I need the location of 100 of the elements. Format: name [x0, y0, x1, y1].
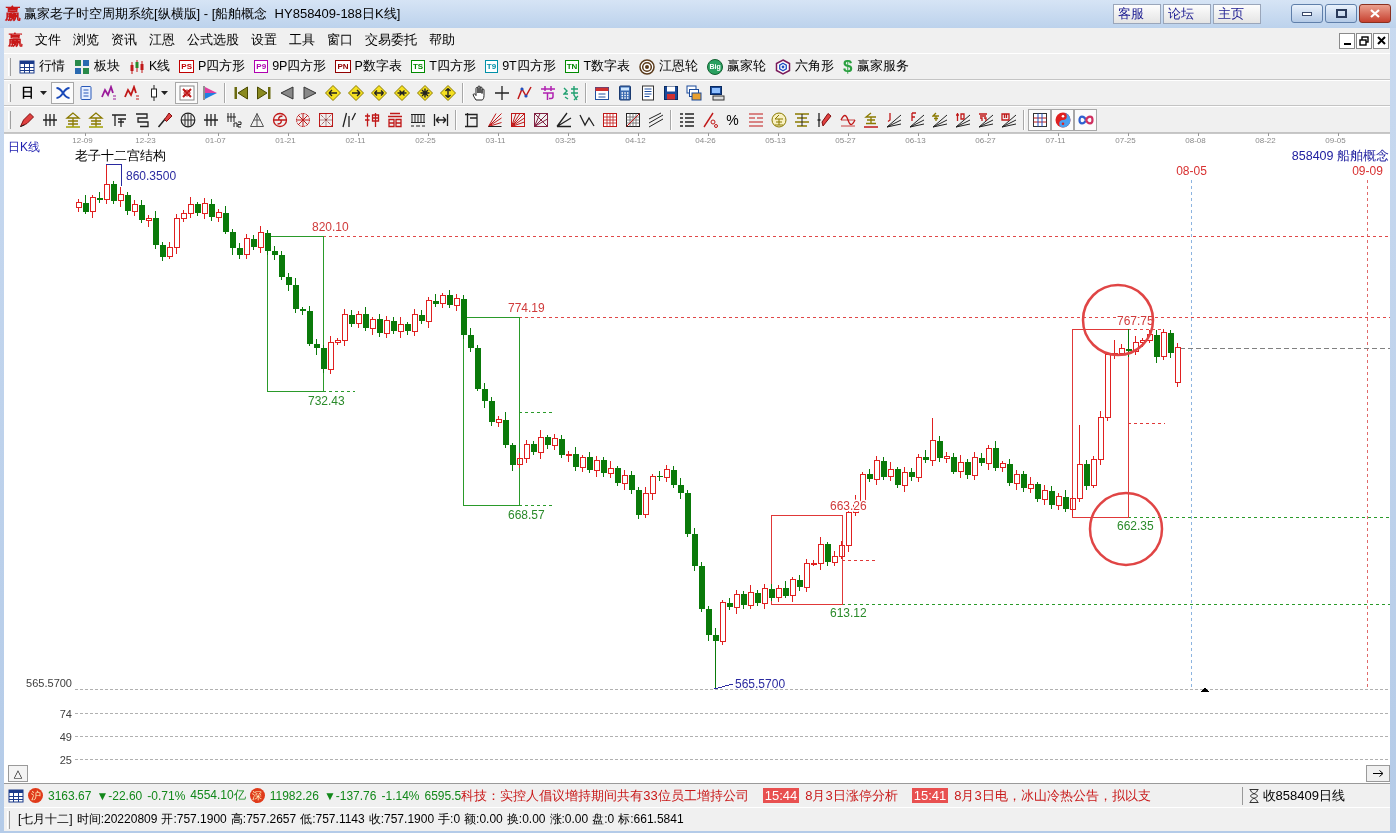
restore-button[interactable]: [1356, 32, 1372, 49]
minimize-button[interactable]: [1339, 32, 1355, 49]
link-button[interactable]: 论坛: [1163, 4, 1211, 24]
candlestick: [502, 411, 509, 449]
zigzag-icon: [516, 85, 533, 101]
candlestick: [544, 434, 551, 450]
candlestick: [194, 201, 201, 217]
toolbar-button[interactable]: TS T四方形: [406, 55, 480, 78]
menu-item[interactable]: 工具: [283, 30, 321, 51]
candlestick: [1027, 476, 1034, 494]
candlestick: [985, 444, 992, 471]
news-headline[interactable]: 8月3日电，冰山冷热公告，拟以支: [954, 786, 1151, 805]
toolbar-button[interactable]: [1028, 108, 1051, 131]
menu-item[interactable]: 浏览: [67, 30, 105, 51]
table-icon: [8, 787, 24, 804]
candlestick: [691, 527, 698, 572]
maximize-button[interactable]: [1325, 4, 1357, 23]
toolbar-button[interactable]: T9 9T四方形: [480, 55, 560, 78]
level-line: [518, 412, 553, 413]
close-button[interactable]: [1359, 4, 1391, 23]
news-headline[interactable]: 科技：实控人倡议增持期间共有33位员工增持公司: [461, 786, 749, 805]
toolbar-button[interactable]: [175, 82, 198, 104]
boxed-fan-icon: [532, 111, 549, 128]
price-label: 820.10: [312, 220, 349, 234]
roof-lines-icon: [64, 111, 81, 128]
window-title: 赢家老子时空周期系统[纵横版] - [船舶概念 HY858409-188日K线]: [24, 5, 401, 23]
toolbar-button[interactable]: 江恩轮: [635, 55, 703, 78]
candlestick: [705, 605, 712, 642]
candlestick: [530, 440, 537, 456]
toolbar-button[interactable]: PS P四方形: [175, 55, 250, 78]
right-arrow-icon: [301, 85, 318, 101]
axis-label: 74: [59, 707, 72, 720]
news-headline[interactable]: 8月3日涨停分析: [805, 786, 898, 805]
caret-icon: [40, 91, 47, 95]
minimize-icon: [1343, 42, 1351, 45]
target-icon: [639, 58, 656, 75]
marker-icon: [1201, 687, 1209, 692]
candlestick: [376, 313, 383, 338]
toolbar-button[interactable]: PN P数字表: [331, 55, 406, 78]
candlestick: [922, 449, 929, 464]
index-value: 11982.26: [269, 788, 319, 803]
angle-lines-icon: [885, 111, 902, 128]
toolbar-button[interactable]: 行情: [15, 55, 69, 78]
knot-icon: [54, 85, 71, 101]
arrow-button[interactable]: [1366, 765, 1390, 782]
toolbar-button[interactable]: $ 赢家服务: [839, 55, 913, 78]
menu-item[interactable]: 资讯: [105, 30, 143, 51]
status-field: 收:757.1900: [368, 811, 435, 828]
boxed-fan-icon: [509, 111, 526, 128]
angle-lines-icon: [908, 111, 925, 128]
price-label: 565.5700: [735, 677, 786, 691]
period-dropdown[interactable]: 日: [15, 82, 51, 104]
candlestick: [586, 451, 593, 474]
candlestick: [1153, 329, 1160, 364]
panel-toggle-button[interactable]: △: [8, 765, 28, 782]
index-change: ▼-137.76: [323, 788, 377, 803]
link-button[interactable]: 客服: [1113, 4, 1161, 24]
hatch-icon: [225, 111, 242, 128]
link-button[interactable]: 主页: [1213, 4, 1261, 24]
toolbar-button[interactable]: [51, 82, 74, 104]
candlestick: [152, 210, 159, 250]
toolbar-button[interactable]: TN T数字表: [560, 55, 635, 78]
menu-item[interactable]: 江恩: [143, 30, 181, 51]
candlestick: [537, 429, 544, 460]
diamond-left-arrow-icon: [324, 85, 341, 101]
menu-item[interactable]: 文件: [29, 30, 67, 51]
hourglass-icon: [1248, 788, 1259, 803]
toolbar-button[interactable]: %: [721, 108, 744, 131]
diamond-asterisk-icon: [416, 85, 433, 101]
restore-icon: [1359, 35, 1369, 46]
close-button[interactable]: [1373, 32, 1389, 49]
roof-lines-icon: [87, 111, 104, 128]
level-line: [322, 391, 356, 392]
menu-item[interactable]: 帮助: [423, 30, 461, 51]
status-field: 高:757.2657: [230, 811, 297, 828]
toolbar-button[interactable]: P9 9P四方形: [250, 55, 331, 78]
candlestick: [908, 467, 915, 482]
index-turnover: 4554.10亿: [190, 787, 246, 804]
candlestick: [887, 461, 894, 482]
toolbar-button[interactable]: 六角形: [771, 55, 839, 78]
candlestick: [96, 191, 103, 204]
right-arrow-icon: [1372, 770, 1384, 777]
hatch-icon: [202, 111, 219, 128]
toolbar-button[interactable]: 板块: [70, 55, 124, 78]
close-icon: [1370, 9, 1380, 18]
skip-start-icon: [232, 85, 249, 101]
menu-item[interactable]: 设置: [245, 30, 283, 51]
toolbar-button[interactable]: K线: [125, 55, 175, 78]
candlestick: [82, 194, 89, 215]
candlestick: [1020, 470, 1027, 493]
price-label: 662.35: [1117, 519, 1154, 533]
candlestick: [404, 321, 411, 336]
menu-item[interactable]: 交易委托: [359, 30, 423, 51]
minimize-button[interactable]: [1291, 4, 1323, 23]
dollar-symbol: $: [843, 58, 853, 75]
menu-item[interactable]: 窗口: [321, 30, 359, 51]
date-label: 05-13: [765, 136, 786, 145]
candlestick: [236, 242, 243, 259]
menu-item[interactable]: 公式选股: [181, 30, 245, 51]
candlestick: [110, 180, 117, 205]
